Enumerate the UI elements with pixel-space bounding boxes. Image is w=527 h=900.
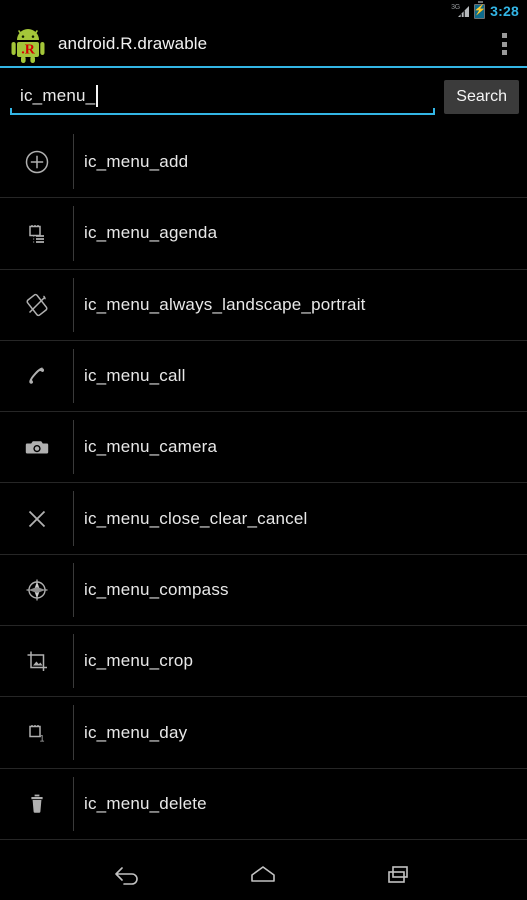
battery-charging-icon: ⚡ (473, 0, 486, 19)
close-x-icon (0, 483, 73, 553)
back-arrow-icon[interactable] (98, 854, 158, 894)
compass-icon (0, 555, 73, 625)
list-item-label: ic_menu_call (84, 366, 186, 386)
overflow-menu-icon[interactable] (487, 24, 521, 64)
list-item[interactable]: ic_menu_close_clear_cancel (0, 482, 527, 553)
clock-label: 3:28 (490, 3, 519, 19)
list-item-label: ic_menu_camera (84, 437, 218, 457)
svg-text:1: 1 (39, 733, 44, 743)
page-title: android.R.drawable (58, 34, 208, 53)
phone-call-icon (0, 341, 73, 411)
list-item[interactable]: ic_menu_add (0, 126, 527, 197)
search-input-value: ic_menu_ (20, 86, 96, 105)
list-item-label: ic_menu_add (84, 151, 189, 171)
trash-delete-icon (0, 769, 73, 839)
list-item[interactable]: ic_menu_call (0, 339, 527, 411)
plus-circle-icon (0, 126, 73, 197)
list-item[interactable]: ic_menu_camera (0, 411, 527, 482)
camera-icon (0, 412, 73, 482)
drawable-list[interactable]: ic_menu_add ic_menu_agenda ic_menu_alway… (0, 126, 527, 861)
text-cursor (96, 85, 99, 107)
list-item[interactable]: ic_menu_delete (0, 767, 527, 839)
list-item-label: ic_menu_close_clear_cancel (84, 508, 308, 528)
status-bar: 3G ⚡ 3:28 (0, 0, 527, 22)
recent-apps-icon[interactable] (369, 854, 429, 894)
svg-text:.R: .R (21, 43, 36, 58)
list-item-label: ic_menu_agenda (84, 223, 218, 243)
android-robot-r-icon: .R (8, 24, 48, 64)
list-item[interactable]: ic_menu_crop (0, 625, 527, 696)
list-item[interactable]: ic_menu_compass (0, 553, 527, 625)
search-button[interactable]: Search (444, 80, 519, 114)
list-item[interactable]: ic_menu_agenda (0, 197, 527, 268)
calendar-day-icon: 1 (0, 697, 73, 767)
signal-bars-icon: 3G (451, 4, 470, 18)
list-item-label: ic_menu_crop (84, 651, 194, 671)
agenda-icon (0, 198, 73, 268)
screen-rotation-icon (0, 270, 73, 340)
device-screen: 3G ⚡ 3:28 .R android.R.drawable ic_menu_… (0, 0, 527, 900)
list-item-label: ic_menu_always_landscape_portrait (84, 294, 366, 314)
home-icon[interactable] (233, 854, 293, 894)
search-bar: ic_menu_ Search (0, 68, 527, 126)
list-item-label: ic_menu_day (84, 722, 188, 742)
crop-icon (0, 626, 73, 696)
list-item-label: ic_menu_delete (84, 793, 207, 813)
list-item[interactable]: 1 ic_menu_day (0, 696, 527, 767)
list-item[interactable]: ic_menu_always_landscape_portrait (0, 268, 527, 340)
list-item-label: ic_menu_compass (84, 579, 229, 599)
search-input[interactable]: ic_menu_ (10, 79, 436, 115)
system-navigation-bar (0, 848, 527, 900)
action-bar: .R android.R.drawable (0, 22, 527, 68)
